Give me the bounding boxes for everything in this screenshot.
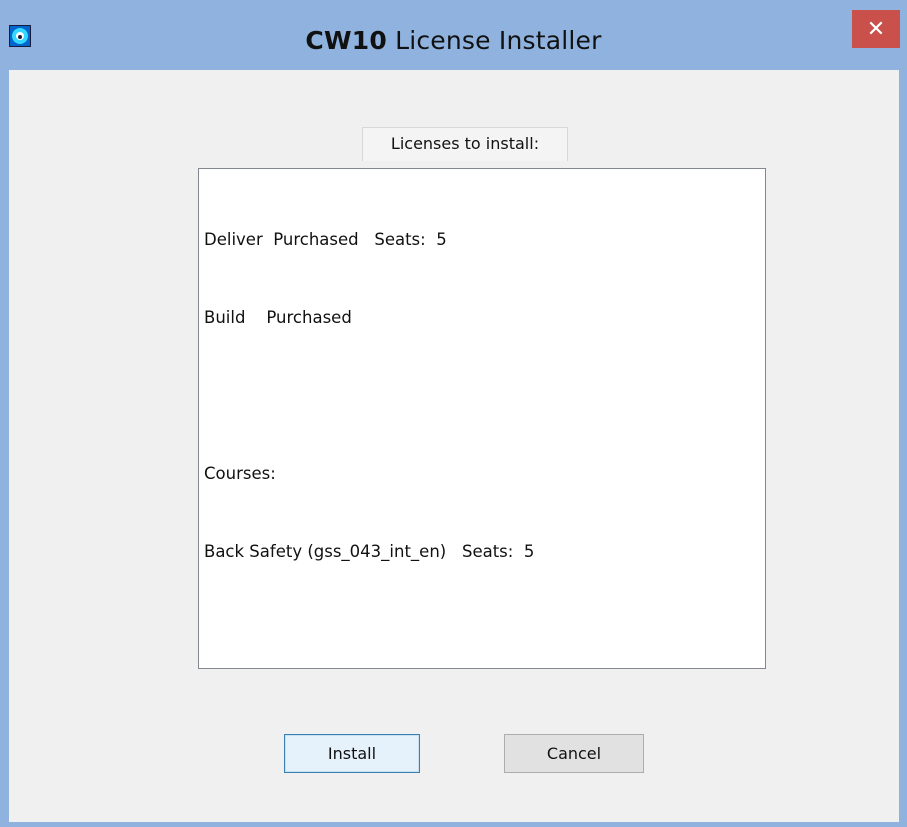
window-title-text: License Installer [386,26,602,55]
title-bar[interactable]: CW10 License Installer ✕ [0,0,907,70]
license-line-courses-header: Courses: [204,464,276,483]
licenses-caption: Licenses to install: [362,127,568,161]
license-line-course-back-safety: Back Safety (gss_043_int_en) Seats: 5 [204,542,535,561]
license-line-build: Build Purchased [204,308,352,327]
license-line-blank [204,383,760,409]
license-line-deliver: Deliver Purchased Seats: 5 [204,230,447,249]
dialog-body: Licenses to install: Deliver Purchased S… [9,70,899,822]
window-title-product: CW10 [305,26,387,55]
cancel-button[interactable]: Cancel [504,734,644,773]
licenses-list[interactable]: Deliver Purchased Seats: 5 Build Purchas… [198,168,766,669]
window-title: CW10 License Installer [0,26,907,55]
close-icon: ✕ [866,16,886,42]
close-button[interactable]: ✕ [852,10,900,48]
installer-window: CW10 License Installer ✕ Licenses to ins… [0,0,907,827]
install-button[interactable]: Install [284,734,420,773]
